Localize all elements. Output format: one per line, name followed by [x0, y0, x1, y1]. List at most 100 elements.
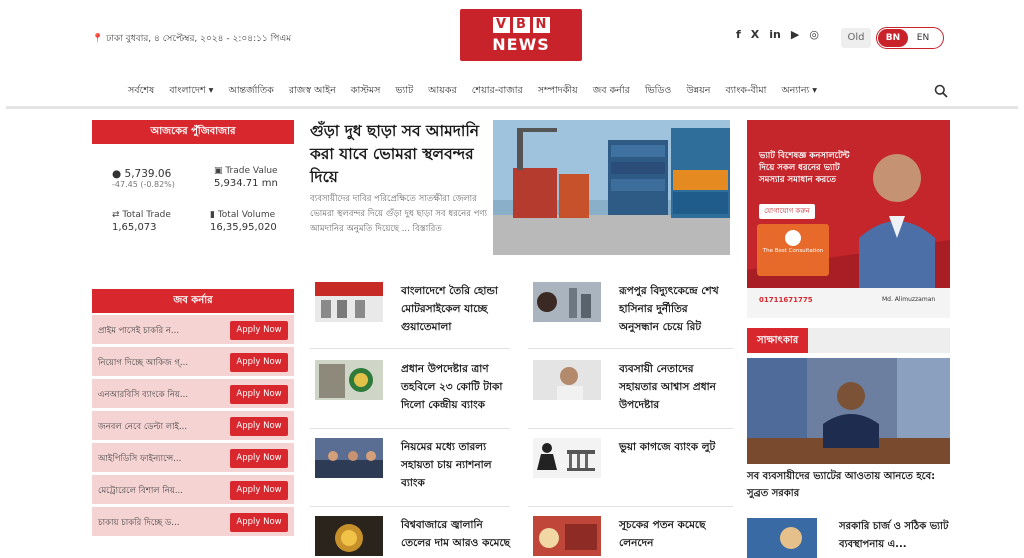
instagram-icon[interactable]: ◎ — [809, 28, 819, 41]
total-volume-label: ▮ Total Volume — [210, 210, 276, 220]
job-title[interactable]: প্রাইম পাসেই চাকরি ন... — [98, 324, 179, 338]
job-title[interactable]: আইপিডিসি ফাইন্যান্সে... — [98, 452, 181, 466]
news-thumbnail[interactable] — [315, 438, 383, 478]
news-title[interactable]: ব্যবসায়ী নেতাদের সহায়তার আশ্বাস প্রধান… — [619, 360, 731, 414]
job-title[interactable]: চাকায় চাকরি দিচ্ছে ড... — [98, 516, 179, 530]
logo-letter-n: N — [532, 16, 550, 33]
nav-item-latest[interactable]: সর্বশেষ — [128, 84, 154, 99]
job-item[interactable]: এনআরবিসি ব্যাংকে নিয়... Apply Now — [92, 379, 294, 409]
apply-now-button[interactable]: Apply Now — [230, 321, 288, 340]
index-value-text: 5,739.06 — [124, 168, 172, 180]
news-thumbnail[interactable] — [747, 518, 817, 558]
job-title[interactable]: মেট্রোরেলে বিশাল নিয়... — [98, 484, 183, 498]
nav-item-share-market[interactable]: শেয়ার-বাজার — [472, 84, 523, 99]
job-title[interactable]: জনবল নেবে ডেল্টা লাই... — [98, 420, 187, 434]
ad-headline: ভ্যাট বিশেষজ্ঞ কনসালটেন্ট দিয়ে সকল ধরনে… — [759, 151, 850, 185]
job-title[interactable]: নিয়োগ দিচ্ছে আকিজ গ্... — [98, 356, 188, 370]
news-thumbnail[interactable] — [533, 360, 601, 400]
news-item[interactable]: ভুয়া কাগজে ব্যাংক লুট — [533, 438, 731, 478]
search-icon[interactable] — [934, 84, 948, 98]
job-title[interactable]: এনআরবিসি ব্যাংকে নিয়... — [98, 388, 188, 402]
nav-item-development[interactable]: উন্নয়ন — [686, 84, 710, 99]
social-links: f X in ▶ ◎ — [736, 28, 819, 41]
news-item[interactable]: রূপপুর বিদ্যুৎকেন্দ্রে শেখ হাসিনার দুর্ন… — [533, 282, 731, 336]
news-thumbnail[interactable] — [315, 516, 383, 556]
job-item[interactable]: নিয়োগ দিচ্ছে আকিজ গ্... Apply Now — [92, 347, 294, 377]
news-thumbnail[interactable] — [533, 438, 601, 478]
lead-image[interactable] — [493, 120, 730, 255]
nav-item-income-tax[interactable]: আয়কর — [428, 84, 457, 99]
nav-item-bank-insurance[interactable]: ব্যাংক-বীমা — [725, 84, 766, 99]
interview-photo — [747, 358, 950, 464]
lang-en[interactable]: EN — [908, 33, 938, 43]
interview-image[interactable] — [747, 358, 950, 464]
top-bar: 📍 ঢাকা বুধবার, ৪ সেপ্টেম্বর, ২০২৪ - ২:০৪… — [0, 0, 1024, 78]
dateline-text: ঢাকা বুধবার, ৪ সেপ্টেম্বর, ২০২৪ - ২:০৪:১… — [106, 34, 292, 44]
linkedin-icon[interactable]: in — [769, 28, 781, 41]
news-title[interactable]: বিশ্ববাজারে জ্বালানি তেলের দাম আরও কমেছে — [401, 516, 513, 556]
news-title[interactable]: রূপপুর বিদ্যুৎকেন্দ্রে শেখ হাসিনার দুর্ন… — [619, 282, 731, 336]
news-title[interactable]: প্রধান উপদেষ্টার ত্রাণ তহবিলে ২৩ কোটি টা… — [401, 360, 513, 414]
apply-now-button[interactable]: Apply Now — [230, 385, 288, 404]
news-item[interactable]: বাংলাদেশে তৈরি হোন্ডা মোটরসাইকেল যাচ্ছে … — [315, 282, 513, 336]
divider — [528, 428, 733, 429]
nav-item-video[interactable]: ভিডিও — [645, 84, 672, 99]
news-title[interactable]: ভুয়া কাগজে ব্যাংক লুট — [619, 438, 731, 478]
apply-now-button[interactable]: Apply Now — [230, 417, 288, 436]
ad-cta[interactable]: যোগাযোগ করুন — [759, 204, 815, 219]
job-item[interactable]: চাকায় চাকরি দিচ্ছে ড... Apply Now — [92, 507, 294, 537]
news-item[interactable]: বিশ্ববাজারে জ্বালানি তেলের দাম আরও কমেছে — [315, 516, 513, 556]
news-item[interactable]: সরকারি চার্জ ও সঠিক ভ্যাট ব্যবস্থাপনায় … — [747, 518, 951, 558]
news-item[interactable]: সূচকের পতন কমেছে লেনদেন — [533, 516, 731, 556]
news-thumbnail[interactable] — [533, 516, 601, 556]
x-icon[interactable]: X — [751, 28, 759, 41]
news-title[interactable]: সরকারি চার্জ ও সঠিক ভ্যাট ব্যবস্থাপনায় … — [839, 518, 951, 558]
news-item[interactable]: নিয়মের মধ্যে তারল্য সহায়তা চায় ন্যাশন… — [315, 438, 513, 492]
nav-item-editorial[interactable]: সম্পাদকীয় — [538, 84, 578, 99]
lead-summary[interactable]: ব্যবসায়ীদের দাবির পরিপ্রেক্ষিতে সাতক্ষী… — [310, 192, 488, 237]
jobs-title: জব কর্নার — [92, 289, 294, 313]
apply-now-button[interactable]: Apply Now — [230, 481, 288, 500]
nav-item-international[interactable]: আন্তর্জাতিক — [228, 84, 273, 99]
lang-bn[interactable]: BN — [878, 29, 908, 47]
nav-item-job-corner[interactable]: জব কর্নার — [593, 84, 630, 99]
news-thumbnail[interactable] — [533, 282, 601, 322]
interview-caption[interactable]: সব ব্যবসায়ীদের ভ্যাটের আওতায় আনতে হবে:… — [747, 468, 952, 502]
bar-chart-icon: ▮ — [210, 210, 218, 220]
nav-item-revenue-law[interactable]: রাজস্ব আইন — [289, 84, 336, 99]
site-logo[interactable]: V B N NEWS — [460, 9, 582, 61]
news-item[interactable]: প্রধান উপদেষ্টার ত্রাণ তহবিলে ২৩ কোটি টা… — [315, 360, 513, 414]
language-toggle[interactable]: BN EN — [876, 27, 944, 49]
youtube-icon[interactable]: ▶ — [791, 28, 799, 41]
advertisement-banner[interactable]: ভ্যাট বিশেষজ্ঞ কনসালটেন্ট দিয়ে সকল ধরনে… — [747, 120, 950, 318]
ad-card: The Best Consultation — [757, 224, 829, 276]
apply-now-button[interactable]: Apply Now — [230, 513, 288, 532]
nav-item-customs[interactable]: কাস্টমস — [351, 84, 381, 99]
facebook-icon[interactable]: f — [736, 28, 741, 41]
trade-value-label: ▣ Trade Value — [214, 166, 278, 176]
nav-item-vat[interactable]: ভ্যাট — [395, 84, 413, 99]
total-volume-cell: ▮ Total Volume 16,35,95,020 — [210, 210, 277, 233]
job-item[interactable]: আইপিডিসি ফাইন্যান্সে... Apply Now — [92, 443, 294, 473]
job-item[interactable]: জনবল নেবে ডেল্টা লাই... Apply Now — [92, 411, 294, 441]
news-item[interactable]: ব্যবসায়ী নেতাদের সহায়তার আশ্বাস প্রধান… — [533, 360, 731, 414]
nav-item-bangladesh[interactable]: বাংলাদেশ ▾ — [169, 84, 213, 99]
logo-news: NEWS — [492, 34, 550, 54]
nav-item-others[interactable]: অন্যান্য ▾ — [781, 84, 817, 99]
news-title[interactable]: সূচকের পতন কমেছে লেনদেন — [619, 516, 731, 556]
lead-headline[interactable]: গুঁড়া দুধ ছাড়া সব আমদানি করা যাবে ভোমর… — [310, 120, 485, 189]
news-title[interactable]: নিয়মের মধ্যে তারল্য সহায়তা চায় ন্যাশন… — [401, 438, 513, 492]
apply-now-button[interactable]: Apply Now — [230, 449, 288, 468]
ad-name: Md. Alimuzzaman — [882, 296, 936, 303]
job-item[interactable]: মেট্রোরেলে বিশাল নিয়... Apply Now — [92, 475, 294, 505]
logo-letters: V B N — [492, 16, 550, 33]
old-site-button[interactable]: Old — [841, 28, 871, 48]
apply-now-button[interactable]: Apply Now — [230, 353, 288, 372]
total-trade: 1,65,073 — [112, 222, 157, 233]
divider — [310, 506, 510, 507]
news-thumbnail[interactable] — [315, 282, 383, 322]
job-item[interactable]: প্রাইম পাসেই চাকরি ন... Apply Now — [92, 315, 294, 345]
news-thumbnail[interactable] — [315, 360, 383, 400]
total-trade-label: ⇄ Total Trade — [112, 210, 171, 220]
news-title[interactable]: বাংলাদেশে তৈরি হোন্ডা মোটরসাইকেল যাচ্ছে … — [401, 282, 513, 336]
